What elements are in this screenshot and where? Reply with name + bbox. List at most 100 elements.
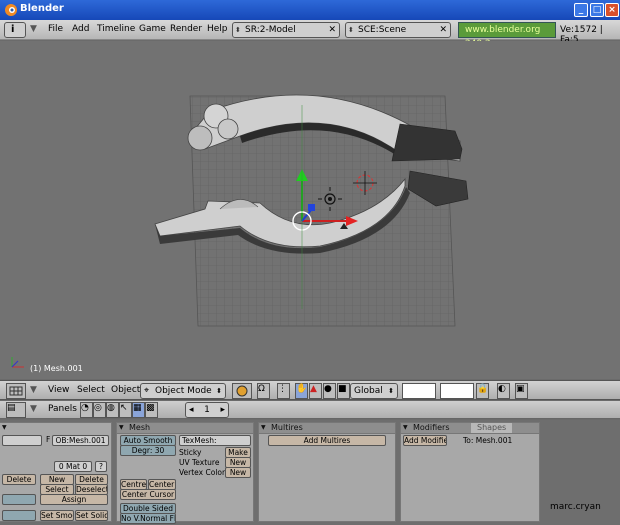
menu-file[interactable]: File — [48, 24, 63, 34]
script-icon: ◎ — [94, 403, 102, 413]
collapse-arrow-icon[interactable]: ▼ — [30, 385, 37, 395]
scene-context-button[interactable]: ▩ — [145, 402, 158, 418]
delete-button[interactable]: Delete — [2, 474, 36, 485]
right-arrow-icon[interactable]: ▸ — [220, 403, 225, 417]
editor-type-button[interactable] — [6, 383, 26, 399]
material-index-field[interactable]: 0 Mat 0 — [54, 461, 92, 472]
pivot-icon: Ω — [258, 384, 265, 394]
watermark-text: marc.cryan — [550, 502, 601, 512]
material-query-button[interactable]: ? — [95, 461, 107, 472]
modifier-target-label: To: Mesh.001 — [463, 436, 513, 445]
uv-texture-label: UV Texture — [179, 458, 220, 467]
lock-icon: 🔒 — [477, 384, 489, 394]
editor-type-button[interactable]: ▤ — [6, 402, 26, 418]
orientation-dropdown[interactable]: Global ⬍ — [350, 383, 398, 399]
mesh-panel: Mesh Auto Smooth Degr: 30 TexMesh: Stick… — [116, 422, 254, 524]
set-solid-button[interactable]: Set Solid — [75, 510, 108, 521]
blender-logo-icon — [5, 4, 17, 16]
vertex-group-field[interactable] — [2, 494, 36, 505]
no-vnormal-flip-toggle[interactable]: No V.Normal Flip — [120, 513, 176, 524]
multires-panel: Multires Add Multires — [258, 422, 396, 522]
viewport-canvas[interactable] — [0, 41, 620, 379]
menu-add[interactable]: Add — [72, 24, 89, 34]
grid-icon — [9, 386, 23, 396]
screen-selector[interactable]: ⬍ SR:2-Model ✕ — [232, 22, 340, 38]
draw-type-button[interactable] — [232, 383, 252, 399]
scale-button[interactable]: ■ — [337, 383, 350, 399]
axes-icon: ↖ — [120, 403, 128, 413]
shading-context-button[interactable]: ◍ — [106, 402, 119, 418]
blender-url-link[interactable]: www.blender.org 249.2 — [458, 22, 556, 49]
object-context-button[interactable]: ↖ — [119, 402, 132, 418]
collapse-arrow-icon[interactable]: ▼ — [30, 24, 37, 34]
menu-help[interactable]: Help — [207, 24, 228, 34]
hand-manipulator-button[interactable]: ✋ — [295, 383, 308, 399]
center-cursor-button[interactable]: Center Cursor — [120, 489, 176, 500]
sticky-label: Sticky — [179, 448, 202, 457]
image-icon: ▣ — [516, 384, 525, 394]
rotate-button[interactable]: ● — [323, 383, 336, 399]
delete-scene-icon[interactable]: ✕ — [439, 23, 447, 37]
axis-indicator — [11, 357, 24, 368]
menu-timeline[interactable]: Timeline — [97, 24, 135, 34]
shapes-tab[interactable]: Shapes — [471, 423, 513, 433]
mode-dropdown[interactable]: ⌖ Object Mode ⬍ — [140, 383, 226, 399]
assign-button[interactable]: Assign — [40, 494, 108, 505]
vertex-color-new-button[interactable]: New — [225, 467, 251, 478]
texmesh-field[interactable]: TexMesh: — [179, 435, 251, 446]
menu-render[interactable]: Render — [170, 24, 202, 34]
title-bar: Blender _ □ × — [0, 0, 620, 20]
circle-icon: ● — [324, 384, 332, 394]
panel-title[interactable]: Multires — [259, 423, 395, 434]
translate-button[interactable]: ▲ — [309, 383, 322, 399]
modifiers-tab[interactable]: Modifiers Shapes — [401, 423, 539, 434]
lock-layer-button[interactable]: 🔒 — [476, 383, 489, 399]
vertex-color-label: Vertex Color — [179, 468, 226, 477]
info-icon: i — [11, 24, 15, 35]
add-modifier-button[interactable]: Add Modifier — [403, 435, 447, 446]
window-type-button[interactable]: i — [4, 22, 26, 38]
frame-field[interactable]: ◂ 1 ▸ — [185, 402, 229, 418]
spin-arrows-icon: ⬍ — [235, 26, 241, 34]
opengl-render-button[interactable]: ▣ — [515, 383, 528, 399]
script-context-button[interactable]: ◎ — [93, 402, 106, 418]
hand-icon: ✋ — [296, 384, 308, 394]
3d-viewport[interactable]: (1) Mesh.001 — [0, 41, 620, 379]
maximize-button[interactable]: □ — [590, 3, 604, 17]
scene-selector[interactable]: ⬍ SCE:Scene ✕ — [345, 22, 451, 38]
add-multires-button[interactable]: Add Multires — [268, 435, 386, 446]
layer-buttons-2[interactable] — [440, 383, 474, 399]
menu-game[interactable]: Game — [139, 24, 166, 34]
set-smooth-button[interactable]: Set Smoo — [40, 510, 74, 521]
pivot-button[interactable]: Ω — [257, 383, 270, 399]
logic-context-button[interactable]: ◔ — [80, 402, 93, 418]
editing-icon: ▦ — [133, 403, 142, 413]
delete-screen-icon[interactable]: ✕ — [328, 23, 336, 37]
scene-icon: ▩ — [146, 403, 155, 413]
view3d-header: ▼ View Select Object ⌖ Object Mode ⬍ Ω ⋮… — [0, 380, 620, 400]
menu-panels[interactable]: Panels — [48, 404, 77, 414]
close-button[interactable]: × — [605, 3, 619, 17]
triangle-icon: ▲ — [310, 384, 317, 394]
widget-toggle[interactable]: ⋮ — [277, 383, 290, 399]
render-icon: ◐ — [498, 384, 506, 394]
square-icon: ■ — [338, 384, 347, 394]
collapse-arrow-icon[interactable]: ▼ — [30, 404, 37, 414]
degr-field[interactable]: Degr: 30 — [120, 445, 176, 456]
layer-buttons-1[interactable] — [402, 383, 436, 399]
left-arrow-icon[interactable]: ◂ — [189, 403, 194, 417]
editing-context-button[interactable]: ▦ — [132, 402, 145, 418]
render-preview-button[interactable]: ◐ — [497, 383, 510, 399]
minimize-button[interactable]: _ — [574, 3, 588, 17]
info-header: i ▼ File Add Timeline Game Render Help ⬍… — [0, 20, 620, 49]
menu-object[interactable]: Object — [111, 385, 140, 395]
mesh-name-field[interactable] — [2, 435, 42, 446]
menu-view[interactable]: View — [48, 385, 69, 395]
dropdown-arrow-icon: ⬍ — [388, 387, 394, 395]
menu-select[interactable]: Select — [77, 385, 105, 395]
extra-field[interactable] — [2, 510, 36, 521]
object-name-field[interactable]: OB:Mesh.001 — [52, 435, 109, 446]
shading-icon — [236, 385, 248, 397]
panel-title — [0, 423, 111, 434]
panel-title[interactable]: Mesh — [117, 423, 253, 434]
